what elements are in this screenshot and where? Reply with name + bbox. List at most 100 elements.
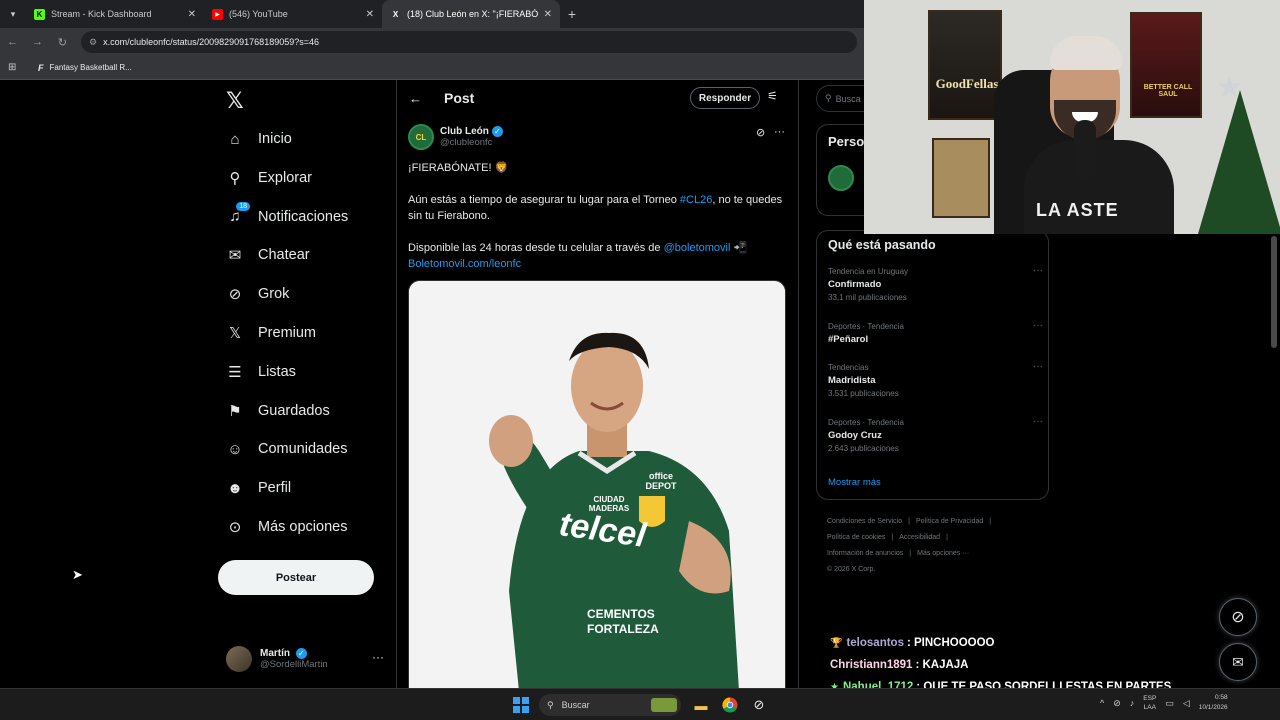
tab-kick[interactable]: K Stream - Kick Dashboard ✕ — [26, 0, 204, 28]
chat-text: : PINCHOOOOO — [906, 637, 995, 649]
sidebar-item-grok[interactable]: ⊘ Grok — [226, 279, 290, 309]
forward-icon[interactable]: → — [25, 36, 50, 48]
sidebar-item-notificaciones[interactable]: ♫ 18 Notificaciones — [226, 201, 348, 232]
author-handle[interactable]: @clubleonfc — [440, 137, 503, 148]
footer-link[interactable]: Política de cookies — [827, 534, 885, 541]
trend-item[interactable]: Tendencia en Uruguay Confirmado 33,1 mil p… — [828, 265, 1043, 302]
sidebar-item-label: Comunidades — [258, 441, 348, 458]
scrollbar[interactable] — [1271, 236, 1277, 348]
search-icon: ⚲ — [825, 93, 832, 103]
tab-club-leon[interactable]: X (18) Club León en X: "¡FIERABÓ ✕ — [382, 0, 560, 28]
sidebar-item-inicio[interactable]: ⌂ Inicio — [226, 124, 292, 154]
sidebar-item-label: Inicio — [258, 131, 292, 147]
close-icon[interactable]: ✕ — [544, 9, 552, 20]
sidebar-item-label: Guardados — [258, 402, 330, 419]
streamer-hair — [1050, 36, 1122, 70]
messages-button[interactable]: ✉ — [1219, 643, 1257, 681]
search-input[interactable]: ⚲ Busca — [816, 85, 864, 112]
chat-username[interactable]: telosantos — [846, 637, 904, 649]
sidebar-item-label: Listas — [258, 363, 296, 380]
clock[interactable]: 0:58 10/1/2026 — [1199, 693, 1228, 713]
mute-icon[interactable]: ⊘ — [1113, 698, 1121, 709]
sidebar-item-perfil[interactable]: ☻ Perfil — [226, 473, 291, 503]
grok-button[interactable]: ⊘ — [1219, 598, 1257, 636]
site-info-icon[interactable]: ⚙ — [89, 37, 97, 48]
back-arrow-icon[interactable]: ← — [409, 91, 422, 106]
youtube-icon: ▶ — [212, 8, 223, 20]
sidebar-item-premium[interactable]: 𝕏 Premium — [226, 318, 316, 348]
footer-link[interactable]: © 2026 X Corp. — [827, 566, 875, 573]
trend-item[interactable]: Deportes · Tendencia #Peñarol ··· — [828, 320, 1043, 345]
x-sidebar: 𝕏 ⌂ Inicio ⚲ Explorar ♫ 18 Notificaciones ✉ Chat… — [218, 80, 393, 688]
sidebar-item-explorar[interactable]: ⚲ Explorar — [226, 163, 313, 193]
footer-link[interactable]: Información de anuncios — [827, 550, 903, 557]
windows-start-icon[interactable] — [513, 697, 529, 713]
chat-username[interactable]: Christiann1891 — [830, 659, 912, 671]
more-icon[interactable]: ··· — [1033, 361, 1043, 372]
sliders-icon[interactable]: ⚟ — [767, 89, 778, 103]
external-link[interactable]: Boletomovil.com/leonfc — [408, 258, 521, 270]
mention-link[interactable]: @boletomovil — [664, 242, 731, 254]
mic-icon[interactable]: ♪ — [1130, 698, 1135, 708]
webcam-overlay: GoodFellas BETTER CALL SAUL LA ASTE ★ — [864, 0, 1280, 234]
more-icon[interactable]: ··· — [1033, 320, 1043, 331]
footer-link[interactable]: Política de Privacidad — [916, 518, 983, 525]
footer-separator: | — [909, 550, 912, 557]
obs-icon[interactable]: ⊘ — [750, 696, 768, 714]
sidebar-item-comunidades[interactable]: ☺ Comunidades — [226, 434, 347, 464]
tab-search-icon[interactable]: ▾ — [0, 0, 26, 28]
volume-icon[interactable]: ◁ — [1183, 698, 1190, 709]
reply-button[interactable]: Responder — [690, 87, 760, 109]
tab-title: (18) Club León en X: "¡FIERABÓ — [407, 9, 539, 19]
file-explorer-icon[interactable]: ▬ — [692, 696, 710, 714]
more-icon[interactable]: ··· — [1033, 416, 1043, 427]
post-text-line3: Disponible las 24 horas desde tu celular… — [408, 242, 748, 270]
notification-badge: 18 — [236, 201, 250, 211]
x-logo-icon[interactable]: 𝕏 — [226, 88, 244, 114]
more-icon[interactable]: ··· — [1033, 265, 1043, 276]
more-icon[interactable]: ··· — [774, 126, 785, 138]
trend-item[interactable]: Tendencias Madridista 3.531 publicaciones ·… — [828, 361, 1043, 398]
sidebar-item-chatear[interactable]: ✉ Chatear — [226, 240, 310, 270]
club-leon-logo[interactable] — [828, 165, 854, 191]
grok-icon[interactable]: ⊘ — [756, 126, 765, 139]
back-icon[interactable]: ← — [0, 36, 25, 48]
bookmark-fantasy[interactable]: Fantasy Basketball R... — [50, 63, 132, 72]
language-indicator[interactable]: ESP LAA — [1143, 694, 1156, 712]
apps-icon[interactable]: ⊞ — [8, 62, 22, 73]
post-author[interactable]: CL Club León ✓ @clubleonfc — [408, 124, 503, 150]
account-switcher[interactable]: Martín ✓ @SordelliMartin ··· — [226, 644, 384, 674]
chrome-icon[interactable] — [721, 696, 739, 714]
new-tab-button[interactable]: + — [560, 6, 584, 22]
trend-item[interactable]: Deportes · Tendencia Godoy Cruz 2.643 publ… — [828, 416, 1043, 453]
club-leon-logo[interactable]: CL — [408, 124, 434, 150]
hashtag-link[interactable]: #CL26 — [680, 194, 712, 206]
sidebar-item-guardados[interactable]: ⚑ Guardados — [226, 396, 330, 426]
chevron-up-icon[interactable]: ^ — [1100, 698, 1104, 708]
footer-link[interactable]: Condiciones de Servicio — [827, 518, 902, 525]
author-name[interactable]: Club León ✓ — [440, 126, 503, 137]
close-icon[interactable]: ✕ — [366, 9, 374, 20]
search-icon: ⚲ — [547, 699, 554, 710]
chat-message: Christiann1891: KAJAJA — [830, 654, 1190, 676]
search-highlight-icon — [651, 698, 677, 712]
show-more-link[interactable]: Mostrar más — [828, 477, 881, 488]
search-icon: ⚲ — [229, 169, 241, 187]
who-to-follow-card: Perso — [816, 124, 864, 216]
trend-context: Tendencias — [828, 363, 869, 372]
star-icon: ★ — [1216, 71, 1243, 104]
footer-link[interactable]: Más opciones ··· — [917, 550, 969, 557]
close-icon[interactable]: ✕ — [188, 9, 196, 20]
url-input[interactable]: ⚙ x.com/clubleonfc/status/20098290917681… — [81, 31, 857, 53]
tab-youtube[interactable]: ▶ (546) YouTube ✕ — [204, 0, 382, 28]
sidebar-item-más-opciones[interactable]: ⊙ Más opciones — [226, 512, 348, 542]
reload-icon[interactable]: ↻ — [50, 36, 75, 49]
post-button[interactable]: Postear — [218, 560, 374, 595]
more-icon[interactable]: ··· — [372, 650, 384, 664]
network-icon[interactable]: ▭ — [1165, 698, 1174, 709]
footer-link[interactable]: Accesibilidad — [899, 534, 940, 541]
post-image[interactable]: CIUDAD MADERAS office DEPOT telcel CEMEN… — [408, 280, 786, 690]
tab-title: Stream - Kick Dashboard — [51, 9, 152, 19]
taskbar-search[interactable]: ⚲ Buscar — [539, 694, 681, 716]
sidebar-item-listas[interactable]: ☰ Listas — [226, 357, 296, 387]
